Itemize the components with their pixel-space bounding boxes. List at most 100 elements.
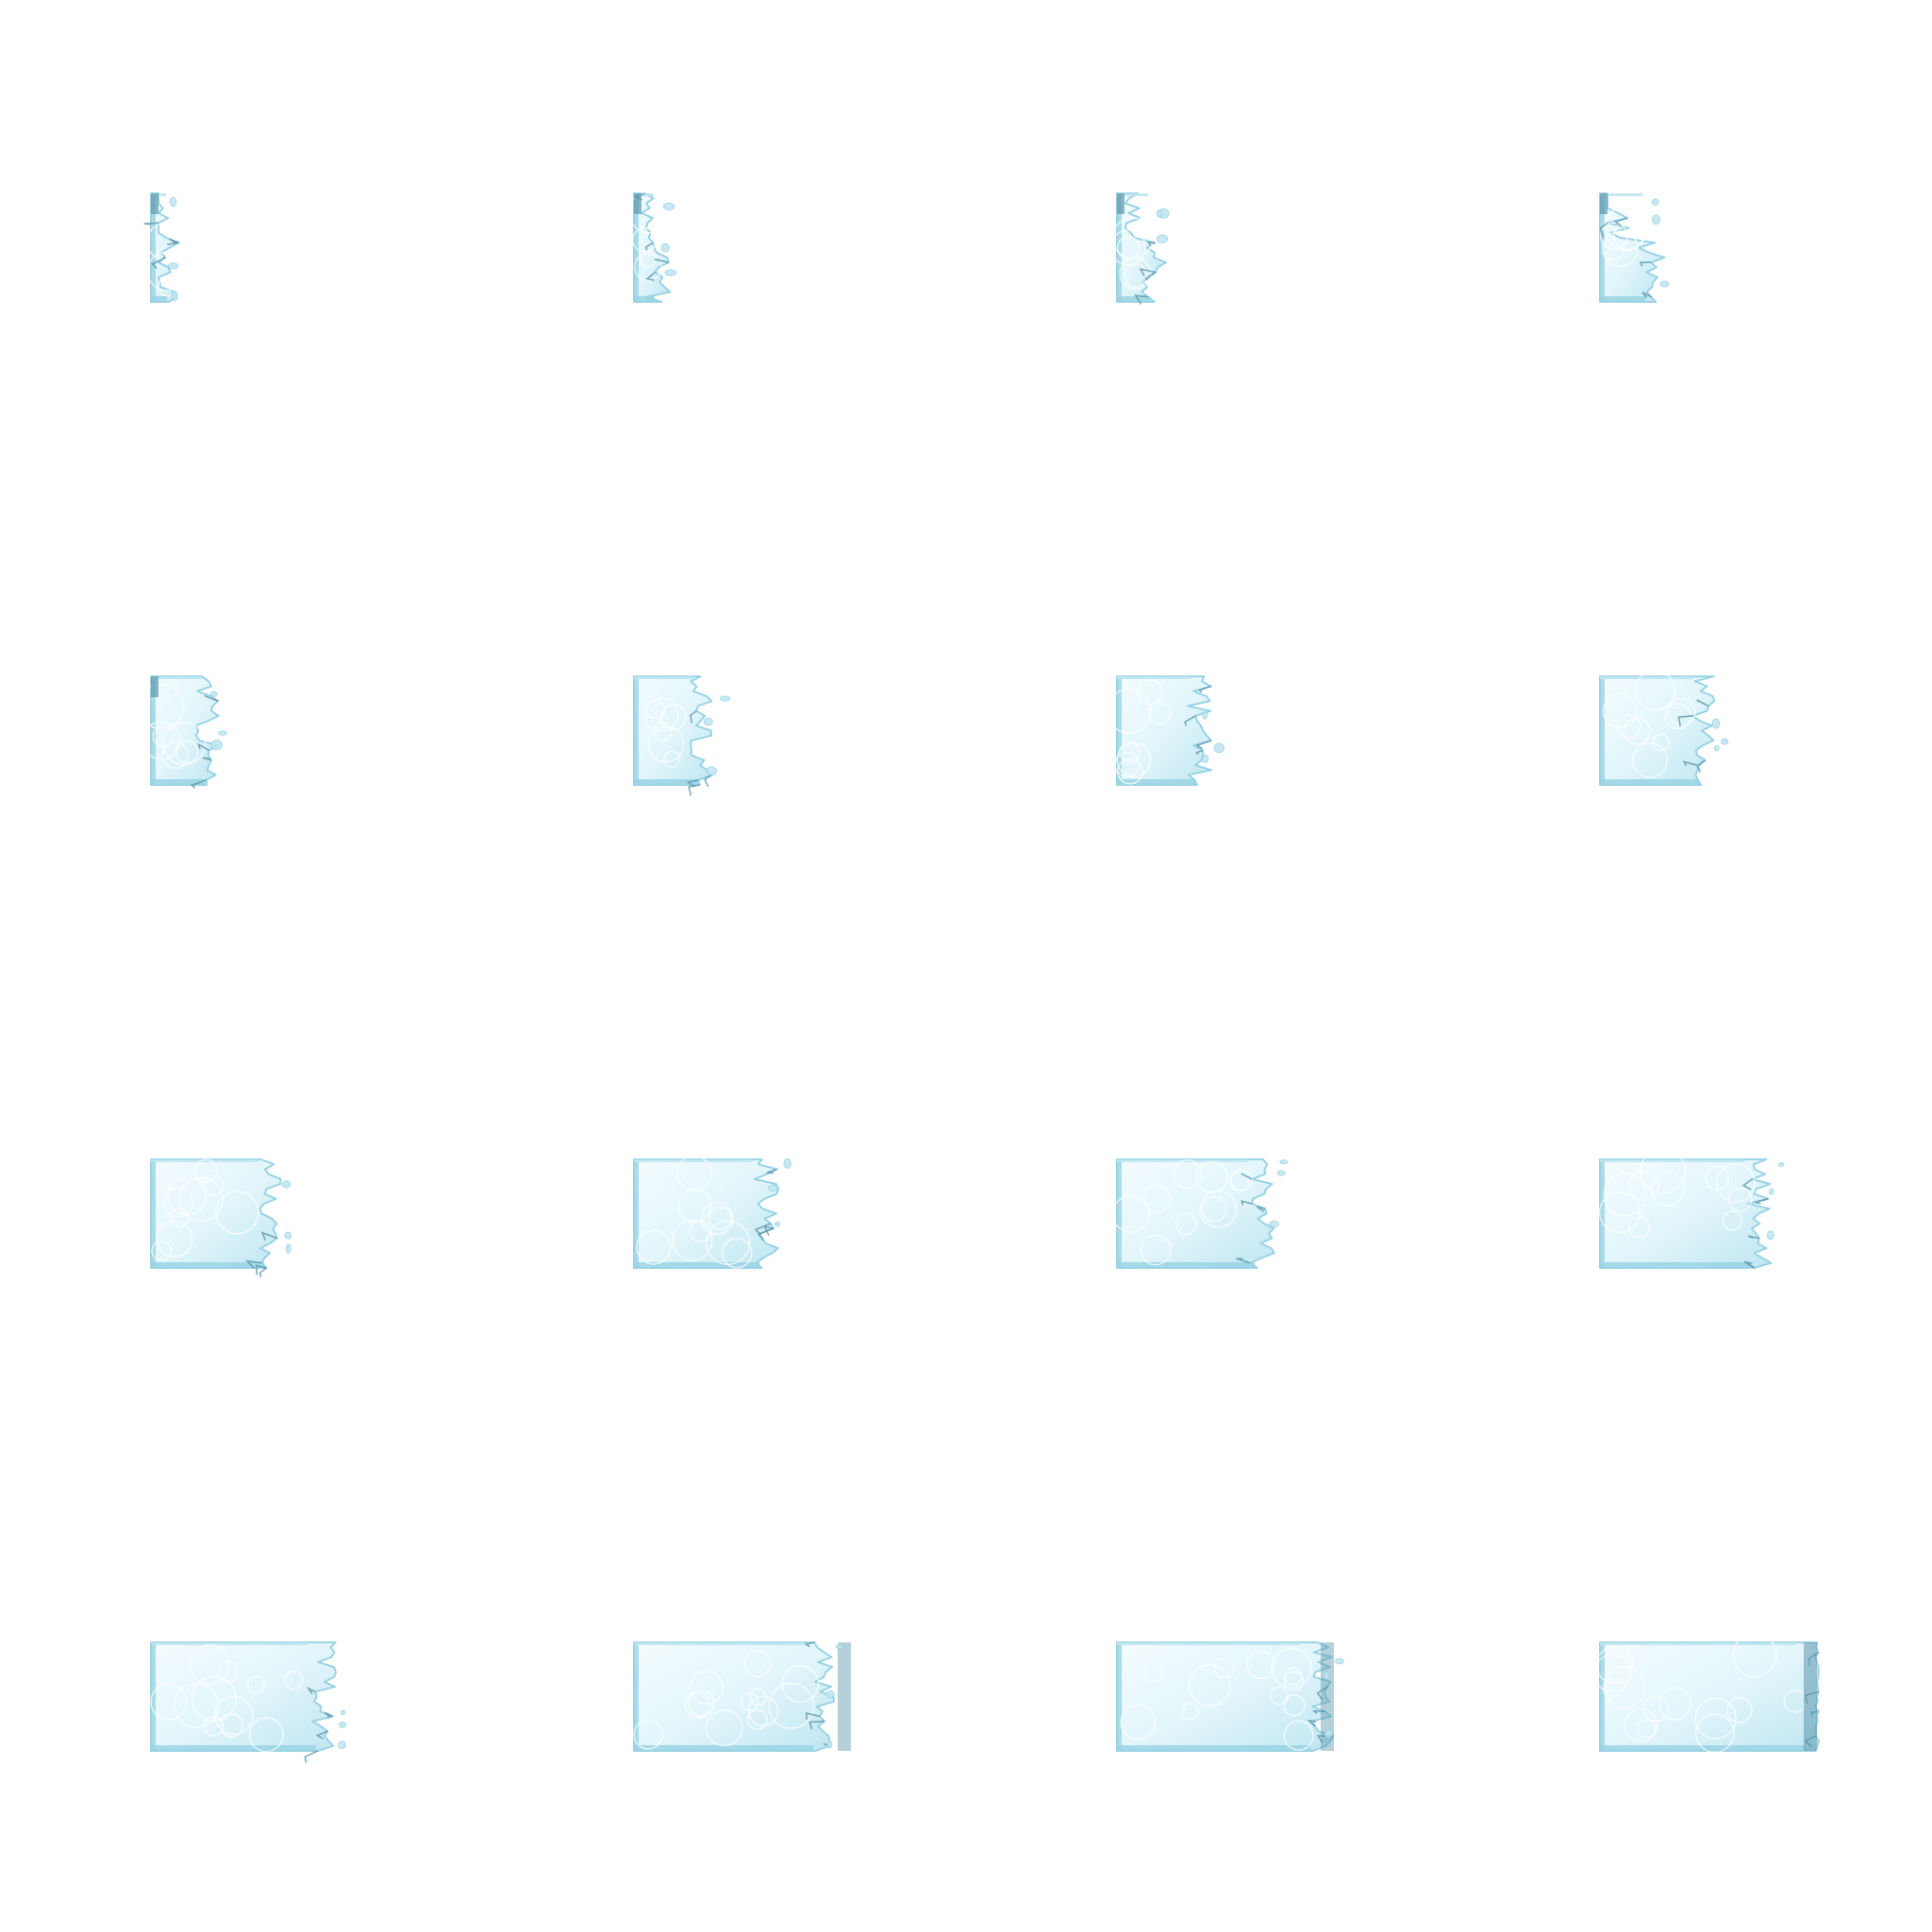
ice-fleck [1600,193,1607,214]
ice-fragment [169,196,177,208]
ice-rim-top [634,1642,805,1645]
ice-fragment [1201,754,1209,764]
ice-rim-left [1117,1642,1122,1751]
ice-fragment [1279,1159,1289,1165]
ice-fragment [1276,1170,1286,1176]
ice-frame-4 [1599,192,1670,303]
ice-frame-14 [633,1641,851,1752]
ice-frame-9 [150,1158,292,1278]
ice-fleck [1117,193,1124,214]
ice-fragment [662,202,675,211]
ice-frame-5 [138,675,227,789]
ice-fleck [151,193,158,214]
ice-fragment [774,1221,781,1227]
ice-fragment [210,740,224,751]
ice-rim-left [1117,1159,1122,1268]
ice-fragment [1156,209,1163,218]
ice-fragment [168,262,179,270]
ice-rim-bottom [1600,779,1699,785]
ice-rim-bottom [1600,296,1646,302]
ice-fragment [1766,1230,1774,1241]
ice-rim-left [634,676,639,785]
ice-fragment [768,1184,778,1192]
ice-fragment [209,691,218,697]
ice-rim-bottom [151,1262,265,1268]
ice-fragment [1778,1161,1785,1168]
ice-rim-top [151,1642,308,1645]
ice-frame-1 [143,192,188,303]
ice-fragment [1721,738,1729,745]
ice-fragment [1711,718,1721,729]
ice-frame-12 [1598,1147,1785,1269]
ice-crack [304,1750,319,1763]
ice-fragment [706,766,717,776]
ice-body [1599,675,1716,786]
ice-fragment [284,1231,292,1240]
ice-rim-bottom [1117,1745,1311,1751]
ice-fragment [719,695,731,702]
ice-spread-sprite-sheet [0,0,1932,1932]
ice-frame-2 [628,191,677,303]
ice-fleck [151,676,158,697]
ice-rim-left [634,1642,639,1751]
ice-fleck [634,193,641,214]
ice-rim-bottom [151,296,168,302]
ice-fragment [1659,280,1670,288]
ice-fragment [825,1690,835,1699]
ice-frame-13 [150,1641,346,1763]
ice-frame-11 [1111,1158,1289,1269]
ice-body [1116,675,1213,786]
ice-rim-top [634,1159,754,1162]
ice-fragment [826,1740,833,1749]
ice-fragment [171,291,178,302]
ice-rim-bottom [1117,1262,1256,1268]
ice-fragment [1202,711,1208,720]
ice-rim-top [1117,1642,1301,1645]
ice-rim-bottom [634,296,655,302]
ice-body [1599,192,1666,303]
ice-fragment [1334,1657,1344,1665]
ice-fragment [664,269,677,276]
ice-fragment [1652,214,1660,225]
ice-body [633,675,713,786]
ice-fragment [341,1709,346,1716]
ice-fragment [1324,1729,1333,1739]
ice-body [150,675,220,786]
ice-fragment [1713,745,1720,752]
ice-rim-top [634,676,695,679]
ice-crack [258,1267,267,1278]
ice-rim-top [1600,1159,1745,1162]
ice-rim-top [1600,1642,1795,1645]
ice-crack [688,784,700,796]
ice-frame-15 [1116,1641,1344,1752]
ice-fragment [285,1243,291,1255]
ice-body [633,1158,780,1269]
ice-edge-band [1804,1642,1817,1751]
ice-fragment [1769,1188,1774,1195]
ice-fragment [218,730,227,736]
ice-fragment [1269,1220,1279,1228]
ice-frame-3 [1109,192,1170,306]
ice-fragment [703,717,713,726]
ice-rim-top [151,676,202,679]
ice-rim-bottom [1600,1262,1753,1268]
ice-crack [763,1225,774,1237]
ice-rim-left [1600,676,1605,785]
ice-body [150,1641,338,1752]
ice-rim-top [1600,676,1694,679]
ice-fragment [338,1740,346,1749]
ice-fragment [1213,742,1225,754]
ice-body [1599,1641,1820,1752]
ice-frame-16 [1592,1632,1820,1754]
ice-fragment [339,1721,346,1728]
ice-frame-10 [633,1155,791,1269]
ice-fragment [835,1644,844,1650]
ice-fragment [1157,234,1168,243]
ice-fragment [281,1180,291,1189]
ice-fragment [1651,198,1659,207]
ice-body [633,1641,835,1752]
ice-rim-bottom [151,1745,316,1751]
ice-frame-6 [633,675,731,796]
ice-edge-band [838,1642,851,1751]
ice-rim-top [1117,676,1191,679]
